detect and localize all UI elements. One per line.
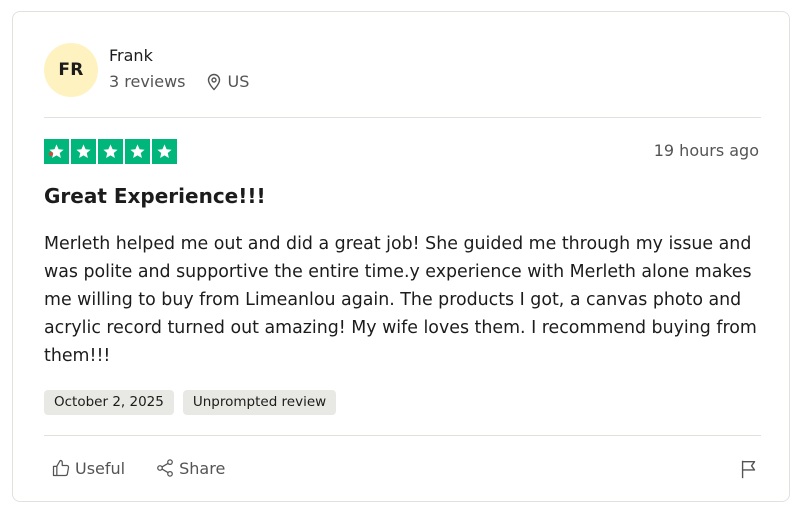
star-4 bbox=[125, 139, 150, 164]
star-icon bbox=[103, 144, 118, 159]
useful-label: Useful bbox=[75, 458, 126, 478]
reviewer-info: Frank 3 reviews US bbox=[109, 46, 249, 92]
review-tags: October 2, 2025 Unprompted review bbox=[44, 390, 345, 415]
footer-divider bbox=[44, 435, 761, 436]
share-icon bbox=[157, 459, 173, 477]
star-5 bbox=[152, 139, 177, 164]
experience-date-badge: October 2, 2025 bbox=[44, 390, 174, 415]
location-label: US bbox=[227, 72, 250, 91]
review-time-ago: 19 hours ago bbox=[653, 141, 759, 160]
star-1 bbox=[44, 139, 69, 164]
report-button[interactable] bbox=[738, 458, 760, 480]
review-count: 3 reviews bbox=[109, 72, 186, 91]
star-icon bbox=[76, 144, 91, 159]
review-body: Merleth helped me out and did a great jo… bbox=[44, 234, 757, 366]
review-title[interactable]: Great Experience!!! bbox=[44, 184, 266, 208]
map-pin-icon bbox=[207, 73, 220, 91]
flag-icon bbox=[741, 460, 756, 479]
reviewer-name[interactable]: Frank bbox=[109, 46, 249, 66]
useful-button[interactable]: Useful bbox=[51, 458, 125, 478]
avatar[interactable]: FR bbox=[44, 43, 98, 97]
badge-dot bbox=[49, 152, 53, 156]
star-3 bbox=[98, 139, 123, 164]
share-label: Share bbox=[179, 458, 226, 478]
star-rating bbox=[44, 139, 179, 164]
reviewer-location: US bbox=[206, 72, 250, 92]
share-button[interactable]: Share bbox=[155, 458, 225, 478]
star-icon bbox=[157, 144, 172, 159]
review-actions: Useful Share bbox=[51, 458, 255, 478]
header-divider bbox=[44, 117, 761, 118]
star-icon bbox=[130, 144, 145, 159]
reviewer-meta: 3 reviews US bbox=[109, 72, 249, 92]
unprompted-review-badge[interactable]: Unprompted review bbox=[182, 390, 337, 415]
review-card: FR Frank 3 reviews US 19 hours ago Great… bbox=[12, 11, 790, 502]
reviewer-header: FR Frank 3 reviews US bbox=[44, 43, 249, 97]
thumbs-up-icon bbox=[52, 459, 70, 477]
star-2 bbox=[71, 139, 96, 164]
